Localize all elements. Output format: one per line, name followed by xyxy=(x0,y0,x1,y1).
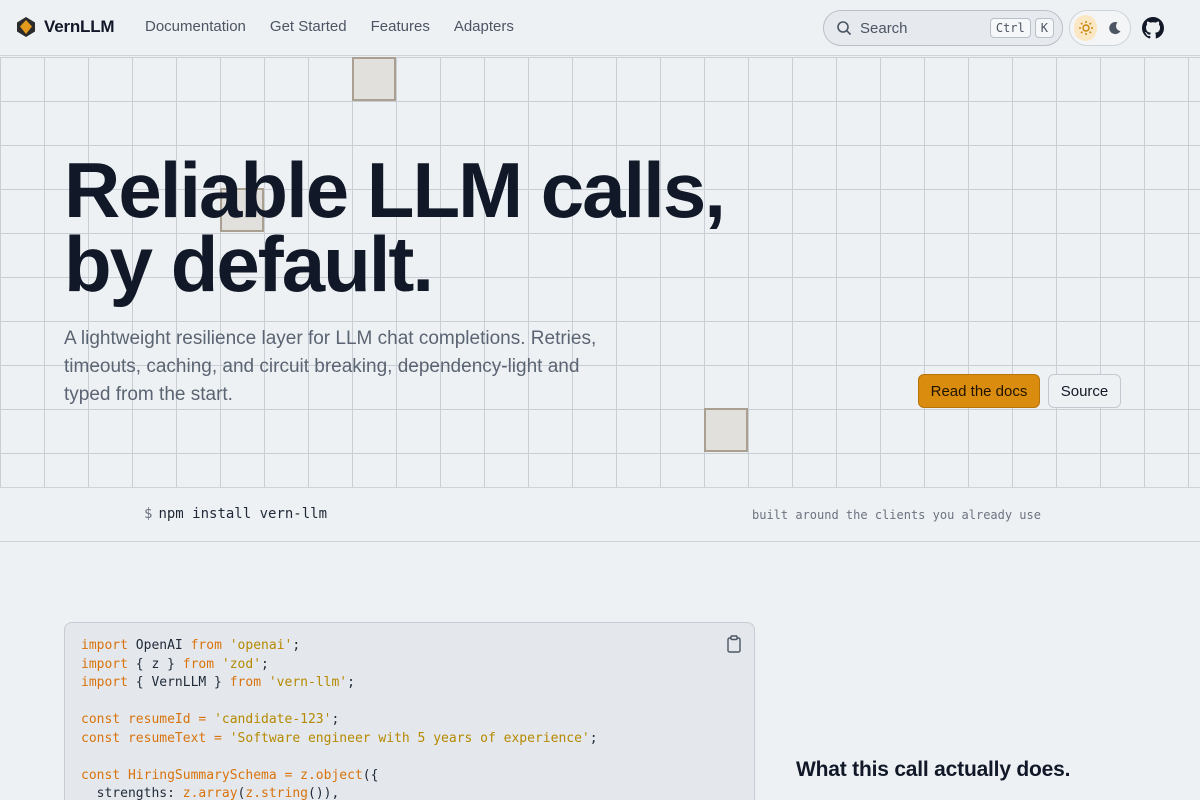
code-token: import xyxy=(81,638,128,653)
clients-note: built around the clients you already use xyxy=(752,508,1041,522)
code-token: import xyxy=(81,656,128,672)
clipboard-icon xyxy=(727,635,741,653)
code-token: ; xyxy=(292,638,301,653)
code-token: ; xyxy=(589,730,598,746)
code-line: strengths: z.array(z.string()), xyxy=(81,785,598,800)
shortcut-key-ctrl: Ctrl xyxy=(989,18,1031,38)
code-token: ()), xyxy=(308,786,340,800)
code-token: ; xyxy=(261,656,269,672)
nav-link-documentation[interactable]: Documentation xyxy=(145,18,246,35)
code-token: 'Software engineer with 5 years of exper… xyxy=(229,730,590,746)
code-token: resumeText = xyxy=(120,730,230,746)
nav-links: Documentation Get Started Features Adapt… xyxy=(145,18,514,35)
code-block: import OpenAI from 'openai'; import { z }… xyxy=(81,637,598,800)
theme-toggle xyxy=(1069,10,1131,46)
code-token: ; xyxy=(347,675,355,690)
code-token: ({ xyxy=(362,767,379,783)
code-line: import { VernLLM } from 'vern-llm'; xyxy=(81,674,598,693)
search-button[interactable]: Search Ctrl K xyxy=(823,10,1063,46)
code-line: import OpenAI from 'openai'; xyxy=(81,637,598,656)
code-token: 'candidate-123' xyxy=(214,712,332,727)
shell-prompt: $ xyxy=(144,506,153,522)
code-line: const HiringSummarySchema = z.object({ xyxy=(81,767,598,786)
top-navigation: VernLLM Documentation Get Started Featur… xyxy=(0,0,1200,56)
code-line: const resumeId = 'candidate-123'; xyxy=(81,711,598,730)
light-theme-button[interactable] xyxy=(1074,15,1097,41)
code-token: z.array xyxy=(182,786,238,800)
search-label: Search xyxy=(860,19,908,37)
code-token: const xyxy=(81,767,121,783)
code-token: from xyxy=(190,638,222,653)
vernllm-logo-icon xyxy=(17,17,35,37)
code-line: import { z } from 'zod'; xyxy=(81,656,598,675)
grid-highlight-cell xyxy=(352,57,396,101)
hero-headline-line-1: Reliable LLM calls, xyxy=(64,146,726,234)
install-command[interactable]: $ npm install vern-llm xyxy=(144,506,327,522)
sun-icon xyxy=(1078,21,1093,35)
source-button[interactable]: Source xyxy=(1048,374,1121,408)
search-icon xyxy=(837,21,852,36)
code-token: z.object xyxy=(300,767,363,783)
code-token: 'vern-llm' xyxy=(268,675,348,690)
section-heading: What this call actually does. xyxy=(796,758,1071,781)
code-token: strengths: xyxy=(81,786,183,800)
brand-logo-link[interactable]: VernLLM xyxy=(16,16,115,38)
code-token: from xyxy=(182,656,215,672)
install-command-text: npm install vern-llm xyxy=(158,506,328,522)
shortcut-key-k: K xyxy=(1034,18,1054,38)
code-example-card: import OpenAI from 'openai'; import { z }… xyxy=(64,622,755,800)
code-token: z.string xyxy=(245,786,308,800)
code-token: const xyxy=(81,730,121,746)
nav-link-get-started[interactable]: Get Started xyxy=(270,18,347,35)
code-token: ; xyxy=(331,712,340,727)
copy-code-button[interactable] xyxy=(726,635,742,653)
grid-highlight-cell xyxy=(704,408,748,452)
dark-theme-button[interactable] xyxy=(1103,15,1126,41)
hero-headline-line-2: by default. xyxy=(64,220,434,308)
code-token: resumeId = xyxy=(120,712,215,727)
hero-headline: Reliable LLM calls, by default. xyxy=(64,146,726,308)
code-line: const resumeText = 'Software engineer wi… xyxy=(81,730,598,749)
github-link[interactable] xyxy=(1142,17,1164,39)
nav-link-features[interactable]: Features xyxy=(371,18,430,35)
code-token: { VernLLM } xyxy=(127,675,230,690)
code-token: OpenAI xyxy=(127,638,191,653)
hero-section: Reliable LLM calls, by default. A lightw… xyxy=(0,57,1200,488)
code-token: 'zod' xyxy=(221,656,262,672)
github-icon xyxy=(1142,17,1164,39)
code-token: { z } xyxy=(127,656,183,672)
brand-name: VernLLM xyxy=(44,17,115,36)
code-token: 'openai' xyxy=(229,638,293,653)
install-strip: $ npm install vern-llm built around the c… xyxy=(0,489,1200,542)
code-token: from xyxy=(229,675,262,690)
moon-icon xyxy=(1108,22,1120,35)
hero-subtitle: A lightweight resilience layer for LLM c… xyxy=(64,328,597,405)
nav-link-adapters[interactable]: Adapters xyxy=(454,18,514,35)
read-the-docs-button[interactable]: Read the docs xyxy=(918,374,1040,408)
code-token: const xyxy=(81,712,121,727)
code-token: HiringSummarySchema = xyxy=(120,767,301,783)
code-token: import xyxy=(81,675,128,690)
